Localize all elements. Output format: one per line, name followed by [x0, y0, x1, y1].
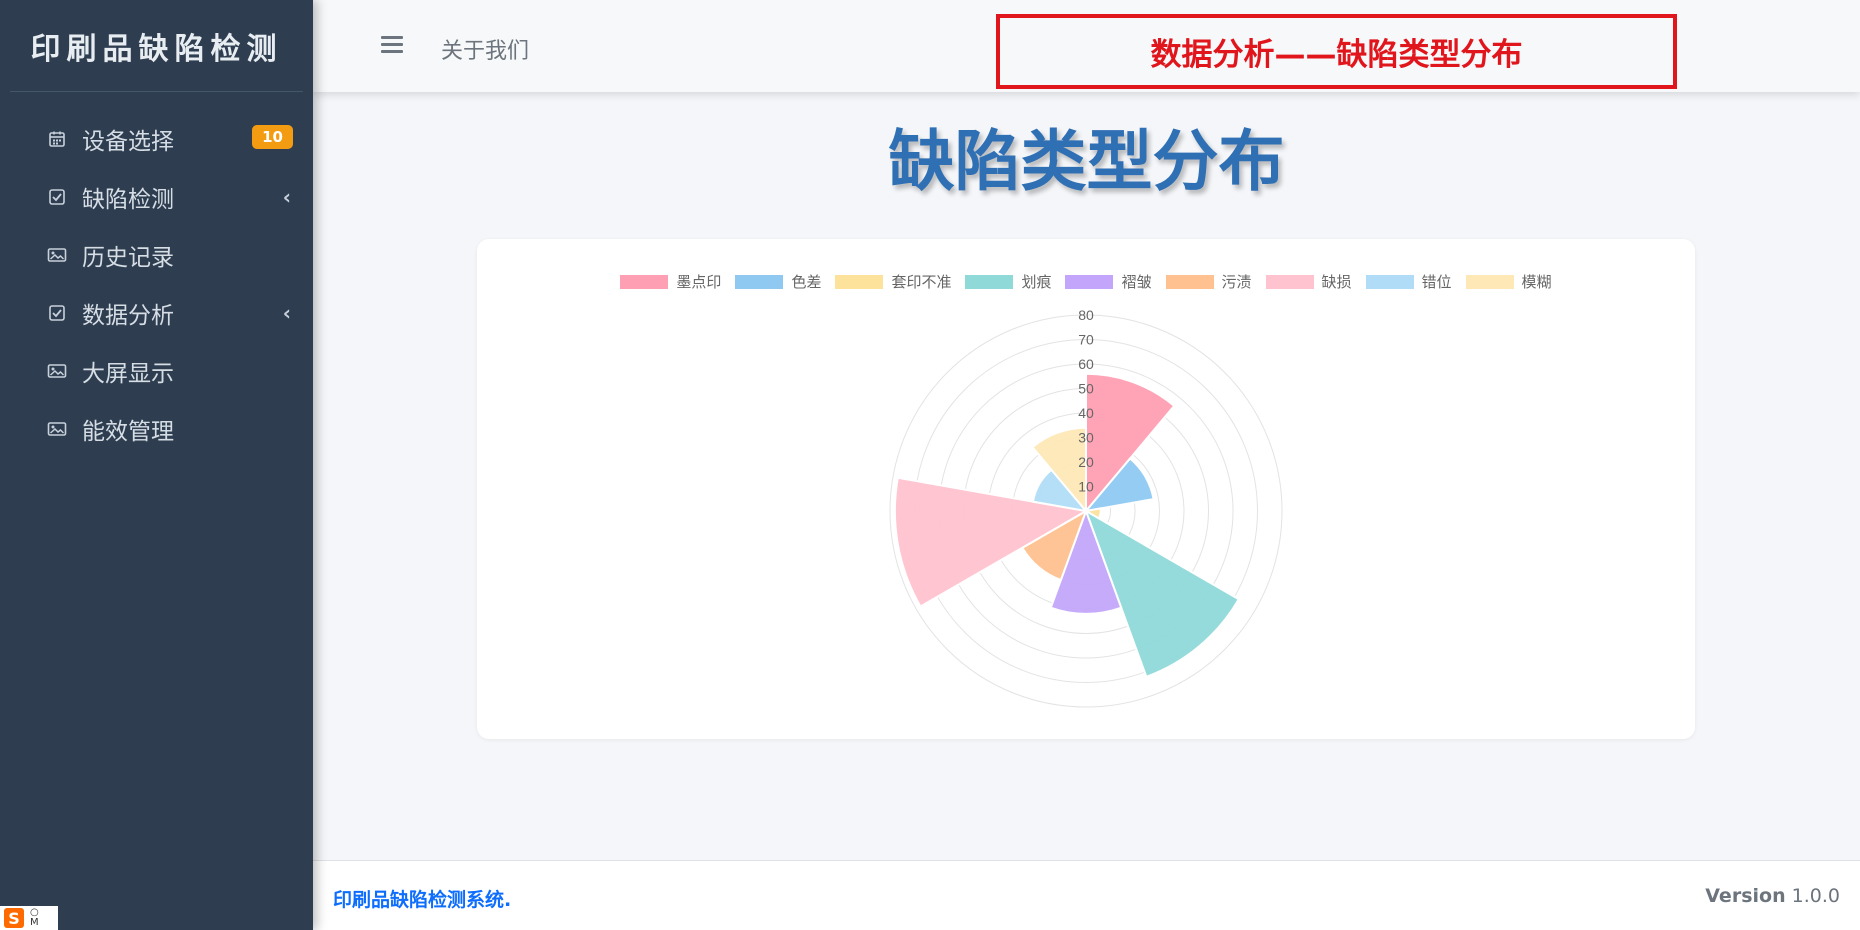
r-tick-label: 60: [1078, 356, 1094, 372]
chevron-left-icon: ‹: [282, 301, 291, 325]
sogou-ime-icon: S: [4, 908, 24, 928]
chart-card: 墨点印 色差 套印不准 划痕 褶皱 污渍 缺损 错位 模糊 10 20 30 40 50 60 70 80: [477, 239, 1695, 739]
r-tick-label: 10: [1078, 479, 1094, 495]
polar-area-chart: 10 20 30 40 50 60 70 80: [889, 307, 1283, 708]
r-tick-label: 20: [1078, 454, 1094, 470]
checkbox-icon: [46, 186, 68, 208]
sidebar-item-big-screen[interactable]: 大屏显示: [0, 342, 313, 400]
sidebar-item-label: 数据分析: [82, 303, 174, 329]
sidebar-item-history[interactable]: 历史记录: [0, 226, 313, 284]
footer-copyright[interactable]: 印刷品缺陷检测系统.: [333, 885, 511, 912]
chevron-left-icon: ‹: [282, 185, 291, 209]
sidebar-item-device-select[interactable]: 设备选择 10: [0, 110, 313, 168]
checkbox-icon: [46, 302, 68, 324]
banner-title: 数据分析——缺陷类型分布: [1150, 37, 1523, 73]
sidebar: 印刷品缺陷检测 设备选择 10 缺陷检测 ‹ 历史记录 数据分析 ‹ 大屏显示 …: [0, 0, 313, 930]
ime-mode-icon: ○ M: [30, 907, 39, 928]
image-icon: [46, 418, 68, 440]
sidebar-item-defect-detection[interactable]: 缺陷检测 ‹: [0, 168, 313, 226]
page-title: 缺陷类型分布: [888, 123, 1285, 200]
sidebar-item-energy-management[interactable]: 能效管理: [0, 400, 313, 458]
version-number: 1.0.0: [1791, 885, 1840, 907]
r-tick-label: 40: [1078, 405, 1094, 421]
footer: 印刷品缺陷检测系统. Version 1.0.0: [313, 860, 1860, 930]
footer-version: Version 1.0.0: [1705, 885, 1840, 907]
r-tick-label: 70: [1078, 332, 1094, 348]
page-banner: 数据分析——缺陷类型分布: [996, 14, 1677, 89]
image-icon: [46, 360, 68, 382]
about-us-link[interactable]: 关于我们: [441, 33, 529, 65]
sidebar-item-label: 大屏显示: [82, 361, 174, 387]
r-tick-label: 50: [1078, 381, 1094, 397]
sidebar-nav: 设备选择 10 缺陷检测 ‹ 历史记录 数据分析 ‹ 大屏显示 能效管理: [0, 110, 313, 458]
r-tick-label: 80: [1078, 307, 1094, 323]
brand-title: 印刷品缺陷检测: [30, 31, 283, 67]
image-icon: [46, 244, 68, 266]
device-count-badge: 10: [252, 125, 293, 149]
top-navbar: 关于我们 数据分析——缺陷类型分布: [313, 0, 1860, 92]
menu-toggle-icon[interactable]: [381, 36, 403, 54]
r-tick-label: 30: [1078, 430, 1094, 446]
sidebar-item-label: 历史记录: [82, 245, 174, 271]
brand[interactable]: 印刷品缺陷检测: [10, 0, 303, 92]
calendar-icon: [46, 128, 68, 150]
sidebar-item-data-analysis[interactable]: 数据分析 ‹: [0, 284, 313, 342]
version-label: Version: [1705, 885, 1786, 907]
sidebar-item-label: 缺陷检测: [82, 187, 174, 213]
ime-indicator[interactable]: S ○ M: [0, 906, 58, 930]
sidebar-item-label: 能效管理: [82, 419, 174, 445]
sidebar-item-label: 设备选择: [82, 129, 174, 155]
